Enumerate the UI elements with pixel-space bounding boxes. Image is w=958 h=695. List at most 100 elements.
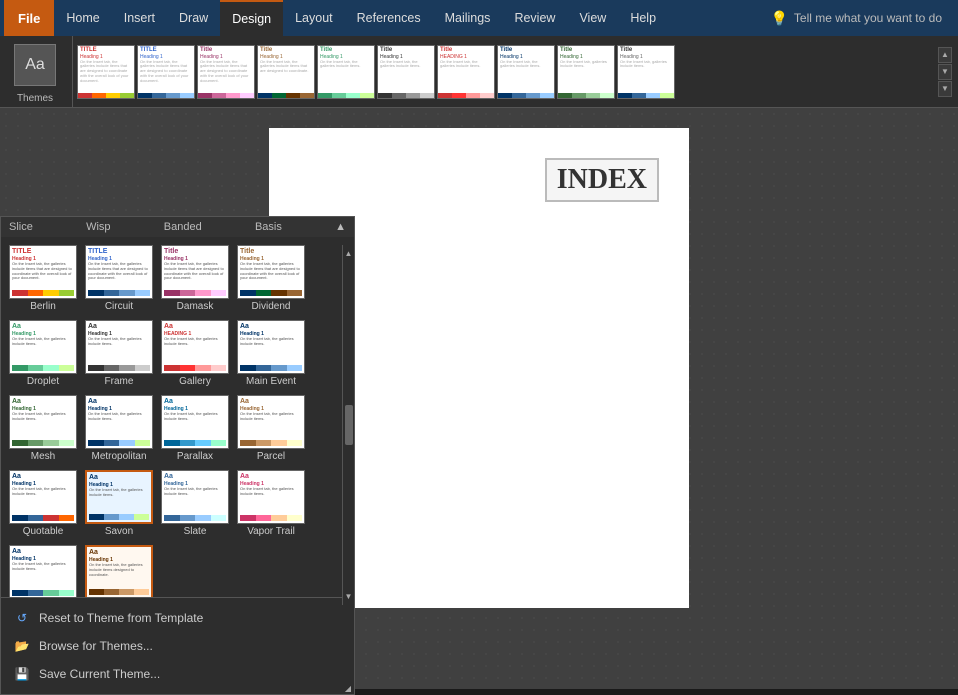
theme-item-damask[interactable]: Title Heading 1 On the Insert tab, the g… bbox=[159, 243, 231, 314]
search-area[interactable]: 💡 Tell me what you want to do bbox=[758, 10, 954, 27]
theme-thumb-frame: Aa Heading 1 On the Insert tab, the gall… bbox=[85, 320, 153, 374]
ribbon-thumb-droplet[interactable]: Title Heading 1 On the Insert tab, the g… bbox=[317, 45, 375, 99]
theme-item-quotable[interactable]: Aa Heading 1 On the Insert tab, the gall… bbox=[7, 468, 79, 539]
ribbon-thumb-gallery[interactable]: Title HEADING 1 On the Insert tab, the g… bbox=[437, 45, 495, 99]
ribbon-thumb-frame[interactable]: Title Heading 1 On the Insert tab, the g… bbox=[377, 45, 435, 99]
theme-item-gallery[interactable]: Aa HEADING 1 On the Insert tab, the gall… bbox=[159, 318, 231, 389]
menu-review[interactable]: Review bbox=[502, 0, 567, 36]
dropdown-header: Slice Wisp Banded Basis ▲ bbox=[1, 217, 354, 237]
theme-row-3: Aa Heading 1 On the Insert tab, the gall… bbox=[7, 393, 348, 464]
theme-thumb-dividend: Title Heading 1 On the Insert tab, the g… bbox=[237, 245, 305, 299]
footer-reset-label: Reset to Theme from Template bbox=[39, 611, 203, 625]
theme-item-wood-type[interactable]: Aa Heading 1 On the Insert tab, the gall… bbox=[83, 543, 155, 597]
footer-save[interactable]: 💾 Save Current Theme... bbox=[9, 660, 346, 688]
dropdown-footer: ↺ Reset to Theme from Template 📂 Browse … bbox=[1, 597, 354, 694]
menu-insert[interactable]: Insert bbox=[112, 0, 167, 36]
footer-save-label: Save Current Theme... bbox=[39, 667, 160, 681]
theme-name-berlin: Berlin bbox=[30, 301, 56, 312]
menu-layout[interactable]: Layout bbox=[283, 0, 345, 36]
theme-thumb-mesh: Aa Heading 1 On the Insert tab, the gall… bbox=[9, 395, 77, 449]
theme-name-gallery: Gallery bbox=[179, 376, 211, 387]
reset-icon: ↺ bbox=[13, 609, 31, 627]
theme-item-frame[interactable]: Aa Heading 1 On the Insert tab, the gall… bbox=[83, 318, 155, 389]
theme-name-slate: Slate bbox=[184, 526, 207, 537]
theme-name-parallax: Parallax bbox=[177, 451, 213, 462]
theme-name-dividend: Dividend bbox=[252, 301, 291, 312]
ribbon-thumbs-area: TITLE Heading 1 On the Insert tab, the g… bbox=[77, 45, 952, 99]
ribbon-scroll-expand[interactable]: ▼ bbox=[938, 81, 952, 97]
menu-bar: File Home Insert Draw Design Layout Refe… bbox=[0, 0, 958, 36]
themes-main-button[interactable]: Aa bbox=[14, 44, 56, 86]
theme-name-droplet: Droplet bbox=[27, 376, 59, 387]
theme-name-damask: Damask bbox=[177, 301, 214, 312]
theme-thumb-view: Aa Heading 1 On the Insert tab, the gall… bbox=[9, 545, 77, 597]
theme-thumb-wood-type: Aa Heading 1 On the Insert tab, the gall… bbox=[85, 545, 153, 597]
theme-thumb-droplet: Aa Heading 1 On the Insert tab, the gall… bbox=[9, 320, 77, 374]
theme-item-droplet[interactable]: Aa Heading 1 On the Insert tab, the gall… bbox=[7, 318, 79, 389]
ribbon-thumb-metropolitan[interactable]: Title Heading 1 On the Insert tab, galle… bbox=[617, 45, 675, 99]
theme-thumb-savon: Aa Heading 1 On the Insert tab, the gall… bbox=[85, 470, 153, 524]
theme-item-view[interactable]: Aa Heading 1 On the Insert tab, the gall… bbox=[7, 543, 79, 597]
theme-row-1: TITLE Heading 1 On the Insert tab, the g… bbox=[7, 243, 348, 314]
theme-item-main-event[interactable]: Aa Heading 1 On the Insert tab, the gall… bbox=[235, 318, 307, 389]
panel-resize-handle[interactable]: ◢ bbox=[342, 682, 354, 694]
theme-thumb-vapor-trail: Aa Heading 1 On the Insert tab, the gall… bbox=[237, 470, 305, 524]
ribbon-thumb-mesh[interactable]: Title Heading 1 On the Insert tab, galle… bbox=[557, 45, 615, 99]
search-label: Tell me what you want to do bbox=[794, 11, 942, 25]
dropdown-scroll-area[interactable]: TITLE Heading 1 On the Insert tab, the g… bbox=[1, 237, 354, 597]
theme-item-metropolitan[interactable]: Aa Heading 1 On the Insert tab, the gall… bbox=[83, 393, 155, 464]
theme-thumb-metropolitan: Aa Heading 1 On the Insert tab, the gall… bbox=[85, 395, 153, 449]
theme-name-parcel: Parcel bbox=[257, 451, 285, 462]
theme-item-dividend[interactable]: Title Heading 1 On the Insert tab, the g… bbox=[235, 243, 307, 314]
theme-thumb-parallax: Aa Heading 1 On the Insert tab, the gall… bbox=[161, 395, 229, 449]
theme-name-savon: Savon bbox=[105, 526, 133, 537]
category-basis: Basis bbox=[255, 221, 282, 233]
menu-home[interactable]: Home bbox=[54, 0, 111, 36]
theme-item-savon[interactable]: Aa Heading 1 On the Insert tab, the gall… bbox=[83, 468, 155, 539]
theme-thumb-parcel: Aa Heading 1 On the Insert tab, the gall… bbox=[237, 395, 305, 449]
menu-mailings[interactable]: Mailings bbox=[433, 0, 503, 36]
menu-references[interactable]: References bbox=[345, 0, 433, 36]
file-menu[interactable]: File bbox=[4, 0, 54, 36]
menu-design[interactable]: Design bbox=[220, 0, 283, 36]
menu-view[interactable]: View bbox=[567, 0, 618, 36]
scrollbar-thumb[interactable] bbox=[345, 405, 353, 445]
theme-name-vapor-trail: Vapor Trail bbox=[247, 526, 295, 537]
ribbon-scroll-down[interactable]: ▼ bbox=[938, 64, 952, 80]
theme-thumb-quotable: Aa Heading 1 On the Insert tab, the gall… bbox=[9, 470, 77, 524]
scrollbar-down-arrow[interactable]: ▼ bbox=[345, 592, 353, 601]
theme-row-5: Aa Heading 1 On the Insert tab, the gall… bbox=[7, 543, 348, 597]
footer-reset[interactable]: ↺ Reset to Theme from Template bbox=[9, 604, 346, 632]
category-wisp: Wisp bbox=[86, 221, 110, 233]
header-scroll-up[interactable]: ▲ bbox=[335, 221, 346, 233]
ribbon-thumb-damask[interactable]: Title Heading 1 On the Insert tab, the g… bbox=[197, 45, 255, 99]
ribbon-thumb-dividend[interactable]: Title Heading 1 On the Insert tab, the g… bbox=[257, 45, 315, 99]
ribbon-scroll-controls: ▲ ▼ ▼ bbox=[938, 47, 952, 97]
ribbon-thumb-main-event[interactable]: Title Heading 1 On the Insert tab, the g… bbox=[497, 45, 555, 99]
theme-item-vapor-trail[interactable]: Aa Heading 1 On the Insert tab, the gall… bbox=[235, 468, 307, 539]
theme-thumb-berlin: TITLE Heading 1 On the Insert tab, the g… bbox=[9, 245, 77, 299]
theme-row-2: Aa Heading 1 On the Insert tab, the gall… bbox=[7, 318, 348, 389]
menu-draw[interactable]: Draw bbox=[167, 0, 220, 36]
category-banded: Banded bbox=[164, 221, 202, 233]
theme-name-circuit: Circuit bbox=[105, 301, 133, 312]
theme-item-slate[interactable]: Aa Heading 1 On the Insert tab, the gall… bbox=[159, 468, 231, 539]
theme-item-mesh[interactable]: Aa Heading 1 On the Insert tab, the gall… bbox=[7, 393, 79, 464]
ribbon-scroll-up[interactable]: ▲ bbox=[938, 47, 952, 63]
ribbon-thumb-circuit[interactable]: TITLE Heading 1 On the Insert tab, the g… bbox=[137, 45, 195, 99]
theme-thumb-slate: Aa Heading 1 On the Insert tab, the gall… bbox=[161, 470, 229, 524]
theme-item-berlin[interactable]: TITLE Heading 1 On the Insert tab, the g… bbox=[7, 243, 79, 314]
menu-help[interactable]: Help bbox=[618, 0, 668, 36]
ribbon-area: Aa Themes TITLE Heading 1 On the Insert … bbox=[0, 36, 958, 108]
dropdown-panel: Slice Wisp Banded Basis ▲ TITLE Heading … bbox=[0, 216, 355, 695]
theme-item-parallax[interactable]: Aa Heading 1 On the Insert tab, the gall… bbox=[159, 393, 231, 464]
themes-group: Aa Themes bbox=[6, 36, 73, 107]
ribbon-thumb-berlin[interactable]: TITLE Heading 1 On the Insert tab, the g… bbox=[77, 45, 135, 99]
panel-scrollbar[interactable]: ▲ ▼ bbox=[342, 245, 354, 605]
scrollbar-up-arrow[interactable]: ▲ bbox=[345, 249, 353, 258]
theme-item-parcel[interactable]: Aa Heading 1 On the Insert tab, the gall… bbox=[235, 393, 307, 464]
theme-name-frame: Frame bbox=[105, 376, 134, 387]
footer-browse[interactable]: 📂 Browse for Themes... bbox=[9, 632, 346, 660]
theme-item-circuit[interactable]: TITLE Heading 1 On the Insert tab, the g… bbox=[83, 243, 155, 314]
save-icon: 💾 bbox=[13, 665, 31, 683]
